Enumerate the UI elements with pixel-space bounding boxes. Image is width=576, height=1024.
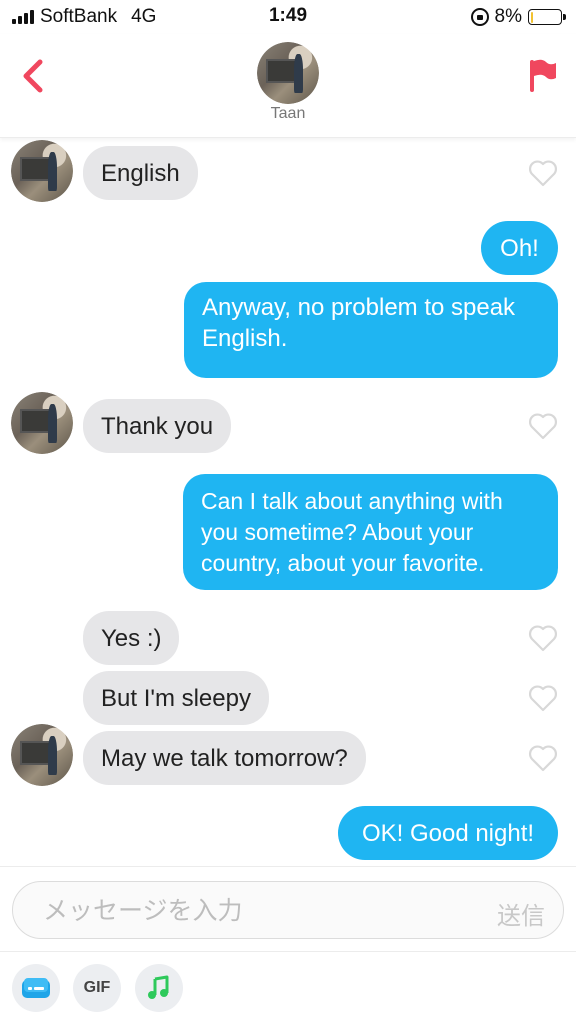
message-bubble-incoming[interactable]: But I'm sleepy <box>83 671 269 725</box>
message-bubble-outgoing[interactable]: Can I talk about anything with you somet… <box>183 474 558 590</box>
composer: 送信 GIF <box>0 866 576 1024</box>
status-right: 8% <box>470 6 566 28</box>
message-bubble-incoming[interactable]: Yes :) <box>83 611 180 665</box>
contact-avatar[interactable] <box>257 42 319 104</box>
flag-icon <box>530 59 556 92</box>
back-button[interactable] <box>18 56 50 96</box>
heart-icon[interactable] <box>528 684 558 712</box>
sticker-button[interactable] <box>12 964 60 1012</box>
message-bubble-incoming[interactable]: May we talk tomorrow? <box>83 731 366 785</box>
message-bubble-incoming[interactable]: English <box>83 146 198 200</box>
message-bubble-incoming[interactable]: Thank you <box>83 399 232 453</box>
divider <box>0 951 576 952</box>
heart-icon[interactable] <box>528 624 558 652</box>
battery-percent: 8% <box>494 6 522 27</box>
sender-avatar[interactable] <box>11 724 73 786</box>
heart-icon[interactable] <box>528 159 558 187</box>
music-button[interactable] <box>135 964 183 1012</box>
gif-button[interactable]: GIF <box>73 964 121 1012</box>
message-bubble-outgoing[interactable]: Anyway, no problem to speak English. <box>184 282 558 378</box>
heart-icon[interactable] <box>528 412 558 440</box>
sender-avatar[interactable] <box>11 392 73 454</box>
gif-label: GIF <box>83 979 111 996</box>
message-bubble-outgoing[interactable]: Oh! <box>481 221 558 275</box>
sender-avatar[interactable] <box>11 140 73 202</box>
card-icon <box>22 978 50 998</box>
report-button[interactable] <box>526 56 558 96</box>
battery-icon <box>528 9 566 25</box>
music-note-icon <box>148 975 169 999</box>
chevron-left-icon <box>23 59 43 93</box>
message-input[interactable] <box>43 882 483 938</box>
message-input-container: 送信 <box>12 881 564 939</box>
status-bar: SoftBank 4G 1:49 8% <box>0 0 576 34</box>
battery-level <box>530 11 533 23</box>
send-button[interactable]: 送信 <box>497 896 545 931</box>
contact-name[interactable]: Taan <box>0 105 576 123</box>
message-bubble-outgoing[interactable]: OK! Good night! <box>338 806 558 860</box>
chat-header: Taan <box>0 34 576 138</box>
heart-icon[interactable] <box>528 744 558 772</box>
orientation-lock-icon <box>470 8 489 26</box>
